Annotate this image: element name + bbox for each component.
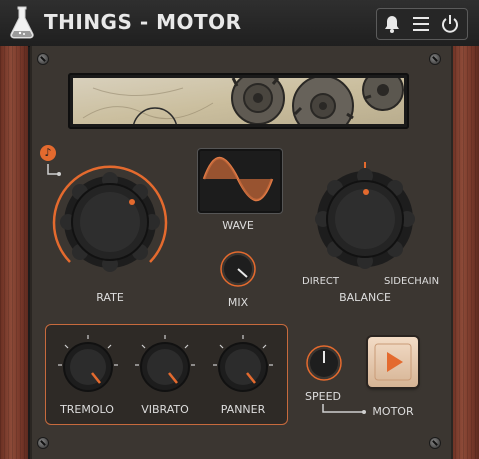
- plugin-window: THINGS - MOTOR ♪ RATE WAVE MIX DIRECT SI…: [0, 0, 479, 459]
- wood-side-left: [0, 46, 28, 459]
- rate-label: RATE: [96, 291, 124, 304]
- wave-label: WAVE: [222, 219, 254, 232]
- gear-icon: [231, 78, 285, 124]
- bell-icon[interactable]: [381, 13, 403, 35]
- wave-selector[interactable]: [198, 149, 282, 213]
- motor-display: [68, 73, 409, 129]
- header-bar: THINGS - MOTOR: [0, 0, 479, 47]
- flask-logo-icon: [10, 6, 34, 39]
- motor-label: MOTOR: [372, 405, 414, 418]
- vibrato-label: VIBRATO: [141, 403, 189, 416]
- speed-knob[interactable]: [304, 343, 344, 383]
- tremolo-knob[interactable]: [56, 333, 120, 397]
- screw: [430, 54, 440, 64]
- mix-label: MIX: [227, 296, 249, 309]
- mix-knob[interactable]: [218, 249, 258, 289]
- screw: [38, 438, 48, 448]
- balance-label: BALANCE: [339, 291, 391, 304]
- tremolo-label: TREMOLO: [60, 403, 114, 416]
- play-icon: [374, 343, 412, 381]
- page-title: THINGS - MOTOR: [44, 10, 242, 34]
- rate-knob[interactable]: [48, 160, 172, 284]
- screw: [430, 438, 440, 448]
- balance-knob[interactable]: [306, 160, 424, 278]
- menu-icon[interactable]: [410, 13, 432, 35]
- wood-side-right: [451, 46, 479, 459]
- motor-play-button[interactable]: [368, 337, 418, 387]
- speed-label: SPEED: [305, 390, 341, 403]
- gear-animation: [73, 78, 404, 124]
- gear-icon: [292, 78, 354, 124]
- balance-direct-label: DIRECT: [302, 276, 340, 287]
- screw: [38, 54, 48, 64]
- speed-motor-link: [322, 404, 366, 414]
- gear-icon: [362, 78, 404, 111]
- vibrato-knob[interactable]: [133, 333, 197, 397]
- sync-note-button[interactable]: ♪: [40, 145, 56, 161]
- balance-sidechain-label: SIDECHAIN: [384, 276, 440, 287]
- panner-label: PANNER: [220, 403, 266, 416]
- power-icon[interactable]: [439, 13, 461, 35]
- panner-knob[interactable]: [211, 333, 275, 397]
- header-button-group: [376, 8, 468, 40]
- sine-wave-icon: [202, 157, 274, 201]
